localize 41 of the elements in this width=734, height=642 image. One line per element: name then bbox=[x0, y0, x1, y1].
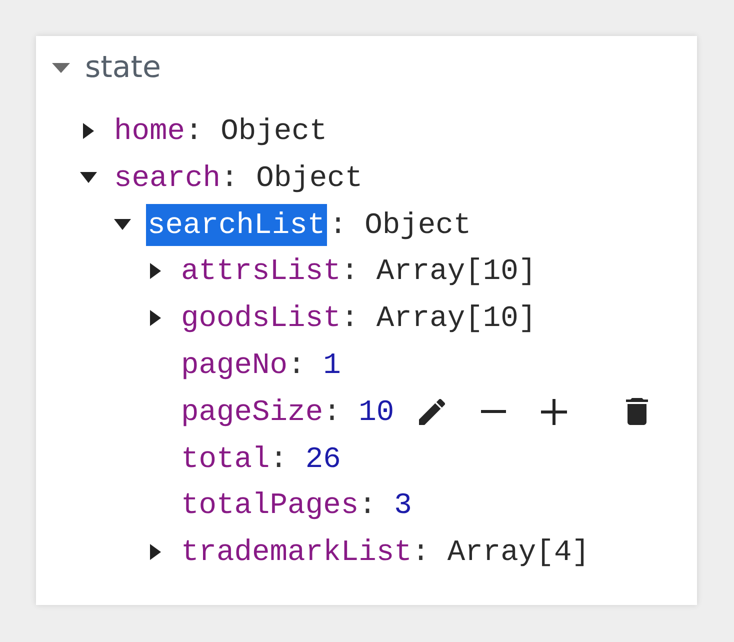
caret-icon[interactable] bbox=[150, 544, 161, 560]
property-key[interactable]: trademarkList bbox=[181, 535, 412, 570]
key-separator: : bbox=[185, 114, 203, 148]
property-value: 3 bbox=[394, 488, 412, 522]
property-value: 1 bbox=[323, 348, 341, 382]
property-key[interactable]: attrsList bbox=[181, 254, 341, 288]
property-key[interactable]: goodsList bbox=[181, 301, 341, 336]
property-value: 10 bbox=[358, 394, 394, 429]
key-separator: : bbox=[412, 535, 430, 570]
state-label: state bbox=[85, 53, 161, 83]
key-separator: : bbox=[323, 394, 341, 429]
property-value: Array[10] bbox=[376, 254, 536, 288]
property-key[interactable]: pageSize bbox=[181, 394, 324, 429]
key-separator: : bbox=[270, 442, 288, 476]
property-key[interactable]: searchList bbox=[146, 204, 328, 246]
key-separator: : bbox=[358, 488, 376, 522]
property-value: Array[10] bbox=[376, 301, 536, 336]
caret-icon[interactable] bbox=[80, 172, 97, 184]
key-separator: : bbox=[340, 301, 359, 336]
property-value: Object bbox=[256, 160, 363, 195]
pencil-icon[interactable] bbox=[419, 398, 446, 425]
property-value: 26 bbox=[305, 442, 341, 476]
property-value: Array[4] bbox=[447, 535, 590, 570]
property-value: Object bbox=[220, 114, 328, 148]
caret-icon[interactable] bbox=[114, 219, 130, 230]
caret-icon[interactable] bbox=[150, 310, 161, 326]
caret-icon[interactable] bbox=[83, 122, 94, 139]
caret-icon[interactable] bbox=[150, 263, 161, 280]
property-key[interactable]: pageNo bbox=[181, 348, 288, 382]
minus-icon[interactable] bbox=[481, 410, 506, 414]
property-key[interactable]: search bbox=[114, 160, 221, 195]
property-key[interactable]: home bbox=[114, 114, 186, 148]
property-key[interactable]: total bbox=[181, 442, 270, 476]
key-separator: : bbox=[220, 160, 238, 195]
property-value: Object bbox=[364, 208, 472, 242]
key-separator: : bbox=[288, 348, 306, 382]
plus-icon[interactable] bbox=[541, 398, 568, 425]
property-key[interactable]: totalPages bbox=[181, 488, 359, 522]
key-separator: : bbox=[329, 208, 347, 242]
trash-icon[interactable] bbox=[626, 398, 648, 426]
key-separator: : bbox=[340, 254, 359, 288]
